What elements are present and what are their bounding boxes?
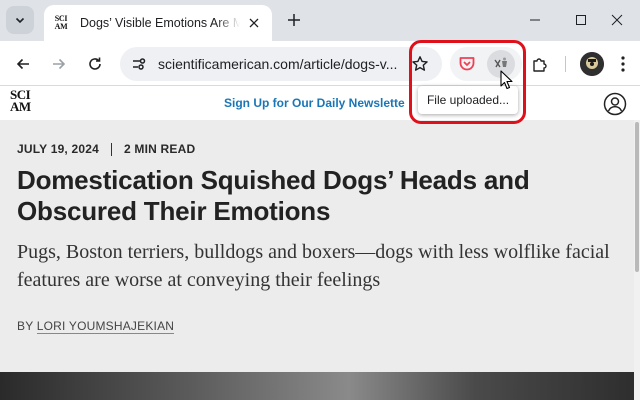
back-arrow-icon	[16, 58, 29, 70]
sciam-logo[interactable]: SCI AM	[10, 88, 34, 114]
reload-icon	[89, 57, 101, 70]
tab-search-icon	[15, 17, 25, 24]
avatar-image	[580, 52, 604, 76]
close-window-icon	[611, 14, 623, 26]
site-info-button[interactable]	[126, 51, 152, 77]
browser-tab[interactable]: SCI AM Dogs’ Visible Emotions Are Muc	[44, 5, 272, 41]
tab-search-button[interactable]	[6, 6, 34, 34]
author-link[interactable]: LORI YOUMSHAJEKIAN	[36, 319, 175, 334]
hero-image	[0, 372, 634, 400]
byline: BY LORI YOUMSHAJEKIAN	[17, 319, 175, 334]
maximize-icon	[576, 15, 586, 25]
favicon-line-2: AM	[54, 22, 68, 31]
newsletter-signup-link[interactable]: Sign Up for Our Daily Newslette	[224, 96, 405, 110]
close-icon	[249, 18, 259, 28]
site-header: SCI AM Sign Up for Our Daily Newslette	[0, 87, 640, 120]
logo-line-2: AM	[10, 99, 31, 114]
back-button[interactable]	[9, 50, 37, 78]
publish-date: JULY 19, 2024	[17, 142, 100, 156]
minimize-icon	[530, 19, 540, 21]
tab-title: Dogs’ Visible Emotions Are Muc	[80, 16, 240, 30]
web-page: SCI AM Sign Up for Our Daily Newslette J…	[0, 87, 640, 400]
cursor-icon	[500, 70, 513, 90]
kebab-menu-icon	[621, 56, 625, 72]
article-meta: JULY 19, 2024 2 MIN READ	[17, 142, 195, 156]
forward-button[interactable]	[45, 50, 73, 78]
forward-arrow-icon	[53, 58, 66, 70]
reload-button[interactable]	[81, 50, 109, 78]
tab-strip: SCI AM Dogs’ Visible Emotions Are Muc	[0, 0, 640, 41]
article-header: JULY 19, 2024 2 MIN READ Domestication S…	[0, 120, 634, 372]
meta-divider	[111, 142, 113, 156]
extensions-menu-button[interactable]	[526, 50, 554, 78]
minimize-button[interactable]	[512, 0, 558, 40]
toolbar-divider	[565, 56, 566, 72]
read-time: 2 MIN READ	[124, 142, 196, 156]
url-text[interactable]: scientificamerican.com/article/dogs-v...	[158, 47, 398, 81]
address-bar[interactable]: scientificamerican.com/article/dogs-v...	[120, 47, 442, 81]
site-info-icon	[133, 58, 146, 70]
article-headline: Domestication Squished Dogs’ Heads and O…	[17, 165, 530, 226]
browser-toolbar: scientificamerican.com/article/dogs-v...	[0, 41, 640, 86]
close-window-button[interactable]	[594, 0, 640, 40]
byline-prefix: BY	[17, 319, 37, 333]
scrollbar-thumb[interactable]	[635, 122, 639, 272]
puzzle-icon	[533, 58, 547, 72]
account-icon[interactable]	[603, 92, 627, 116]
scientific-american-favicon: SCI AM	[52, 14, 70, 32]
page-scrollbar[interactable]	[634, 120, 640, 400]
plus-icon	[288, 14, 300, 26]
article-subhead: Pugs, Boston terriers, bulldogs and boxe…	[17, 241, 610, 291]
new-tab-button[interactable]	[282, 8, 306, 32]
tab-close-button[interactable]	[246, 15, 262, 31]
browser-menu-button[interactable]	[612, 50, 634, 78]
avatar[interactable]	[580, 52, 604, 76]
